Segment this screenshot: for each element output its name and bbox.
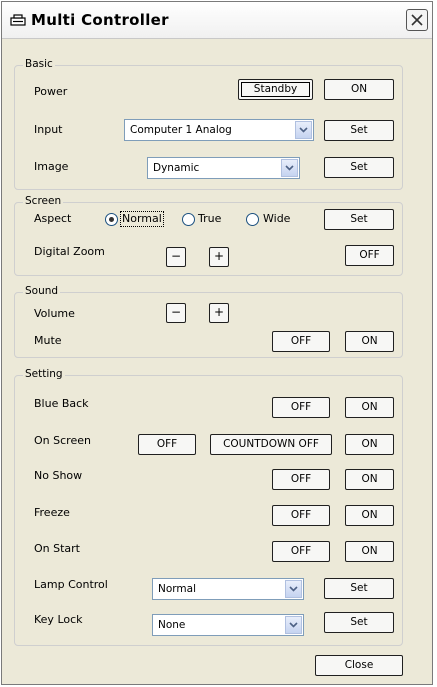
- freeze-label: Freeze: [34, 506, 70, 519]
- freeze-off-button[interactable]: OFF: [272, 505, 330, 526]
- setting-legend: Setting: [23, 368, 65, 380]
- screen-legend: Screen: [23, 195, 64, 207]
- key-lock-label: Key Lock: [34, 613, 83, 626]
- on-start-off-button[interactable]: OFF: [272, 541, 330, 562]
- aspect-normal-label[interactable]: Normal: [122, 212, 162, 225]
- key-lock-dropdown[interactable]: None: [152, 614, 304, 636]
- zoom-minus-button[interactable]: −: [166, 247, 186, 267]
- chevron-down-icon[interactable]: [285, 580, 302, 598]
- basic-legend: Basic: [23, 58, 55, 70]
- no-show-off-button[interactable]: OFF: [272, 469, 330, 490]
- key-lock-value: None: [158, 619, 186, 631]
- countdown-off-button[interactable]: COUNTDOWN OFF: [210, 434, 332, 455]
- on-screen-on-button[interactable]: ON: [345, 434, 394, 455]
- volume-minus-button[interactable]: −: [166, 303, 186, 323]
- blue-back-on-button[interactable]: ON: [345, 397, 394, 418]
- power-on-button[interactable]: ON: [324, 79, 394, 100]
- close-button[interactable]: Close: [315, 655, 403, 676]
- mute-on-button[interactable]: ON: [345, 331, 394, 352]
- aspect-true-label[interactable]: True: [198, 212, 221, 225]
- key-lock-set-button[interactable]: Set: [324, 612, 394, 633]
- projector-icon: [10, 13, 26, 27]
- volume-plus-button[interactable]: +: [209, 303, 229, 323]
- aspect-label: Aspect: [34, 212, 72, 225]
- on-start-on-button[interactable]: ON: [345, 541, 394, 562]
- image-dropdown[interactable]: Dynamic: [147, 157, 300, 179]
- on-screen-off-button[interactable]: OFF: [138, 434, 196, 455]
- aspect-normal-radio[interactable]: [105, 213, 118, 226]
- chevron-down-icon[interactable]: [285, 616, 302, 634]
- mute-label: Mute: [34, 334, 62, 347]
- chevron-down-icon[interactable]: [281, 159, 298, 177]
- no-show-label: No Show: [34, 469, 83, 482]
- input-value: Computer 1 Analog: [130, 124, 232, 136]
- lamp-control-set-button[interactable]: Set: [324, 578, 394, 599]
- on-screen-label: On Screen: [34, 434, 91, 447]
- aspect-true-radio[interactable]: [182, 213, 195, 226]
- lamp-control-dropdown[interactable]: Normal: [152, 578, 304, 600]
- input-label: Input: [34, 123, 63, 136]
- standby-button[interactable]: Standby: [238, 79, 313, 100]
- image-label: Image: [34, 160, 69, 173]
- aspect-wide-radio[interactable]: [246, 213, 259, 226]
- close-x-icon: [411, 14, 423, 26]
- lamp-control-value: Normal: [158, 583, 196, 595]
- volume-label: Volume: [34, 307, 75, 320]
- title-bar[interactable]: Multi Controller: [2, 2, 432, 39]
- zoom-off-button[interactable]: OFF: [345, 245, 394, 266]
- on-start-label: On Start: [34, 542, 80, 555]
- image-set-button[interactable]: Set: [324, 157, 394, 178]
- freeze-on-button[interactable]: ON: [345, 505, 394, 526]
- lamp-control-label: Lamp Control: [34, 578, 108, 591]
- window-title: Multi Controller: [31, 11, 169, 29]
- zoom-plus-button[interactable]: +: [209, 247, 229, 267]
- image-value: Dynamic: [153, 162, 200, 174]
- power-label: Power: [34, 85, 68, 98]
- blue-back-off-button[interactable]: OFF: [272, 397, 330, 418]
- aspect-set-button[interactable]: Set: [324, 209, 394, 230]
- digital-zoom-label: Digital Zoom: [34, 245, 105, 258]
- multi-controller-window: Multi Controller Basic Power Standby ON …: [1, 1, 433, 685]
- mute-off-button[interactable]: OFF: [272, 331, 330, 352]
- sound-legend: Sound: [23, 285, 61, 297]
- no-show-on-button[interactable]: ON: [345, 469, 394, 490]
- aspect-wide-label[interactable]: Wide: [263, 212, 290, 225]
- chevron-down-icon[interactable]: [295, 121, 312, 139]
- blue-back-label: Blue Back: [34, 397, 89, 410]
- input-set-button[interactable]: Set: [324, 120, 394, 141]
- window-close-button[interactable]: [406, 9, 428, 31]
- input-dropdown[interactable]: Computer 1 Analog: [124, 119, 314, 141]
